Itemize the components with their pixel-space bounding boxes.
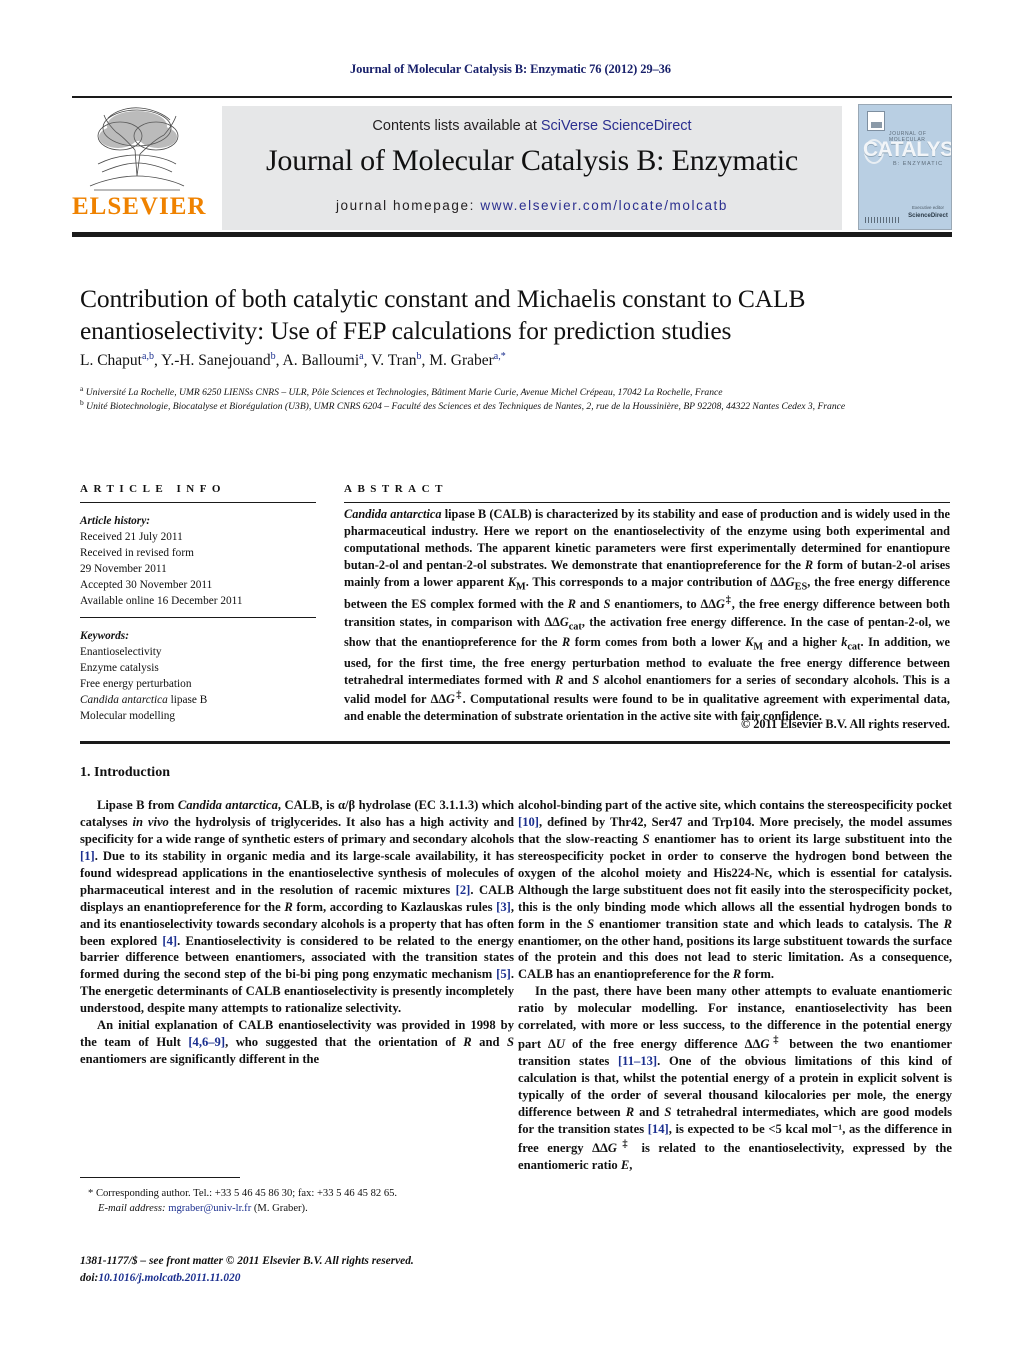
history-item: Received 21 July 2011 [80,531,183,544]
sciencedirect-link[interactable]: SciVerse ScienceDirect [541,118,692,134]
homepage-label: journal homepage: [335,198,481,213]
cover-subtitle: B: ENZYMATIC [893,161,944,167]
journal-masthead: ELSEVIER Contents lists available at Sci… [72,96,952,238]
keyword-item: Enantioselectivity [80,646,162,659]
cover-foot-label: Executive editor [911,205,945,210]
journal-article-page: Journal of Molecular Catalysis B: Enzyma… [0,0,1021,1351]
keyword-item: Candida antarctica lipase B [80,694,208,707]
cover-footer: Executive editor ScienceDirect [905,205,951,221]
history-item: Received in revised form [80,547,194,560]
article-info-rule-mid [80,617,316,618]
running-head: Journal of Molecular Catalysis B: Enzyma… [350,62,671,76]
footnote-rule [80,1177,240,1178]
contents-available-line: Contents lists available at SciVerse Sci… [222,118,842,134]
journal-cover-thumbnail[interactable]: JOURNAL OF MOLECULAR CATALYSIS B: ENZYMA… [858,104,952,230]
keywords-label: Keywords: [80,630,129,642]
contents-prefix: Contents lists available at [372,118,541,134]
doi-link[interactable]: 10.1016/j.molcatb.2011.11.020 [98,1272,240,1284]
homepage-url-link[interactable]: www.elsevier.com/locate/molcatb [480,198,728,213]
doi-label: doi: [80,1271,99,1284]
article-history-label: Article history: [80,515,150,527]
cover-barcode [865,217,901,223]
masthead-bottom-rule [72,232,952,237]
abstract-rule-bottom [80,741,950,744]
elsevier-logo[interactable]: ELSEVIER [72,106,207,230]
doi-line: doi:10.1016/j.molcatb.2011.11.020 [80,1270,550,1287]
body-column-left: Lipase B from Candida antarctica, CALB, … [80,797,514,1068]
history-item: Accepted 30 November 2011 [80,579,213,592]
keyword-item: Enzyme catalysis [80,662,159,675]
masthead-top-rule [72,96,952,98]
cover-elsevier-icon [867,111,885,131]
section-heading-introduction: 1. Introduction [80,765,170,780]
keyword-item: Free energy perturbation [80,678,192,691]
abstract-heading: ABSTRACT [344,483,448,495]
abstract-text: Candida antarctica lipase B (CALB) is ch… [344,507,951,723]
masthead-banner: Contents lists available at SciVerse Sci… [222,106,842,230]
article-history-block: Article history: Received 21 July 2011 R… [80,513,316,609]
imprint-block: 1381-1177/$ – see front matter © 2011 El… [80,1253,550,1286]
paragraph: In the past, there have been many other … [518,984,952,1173]
issn-front-matter: 1381-1177/$ – see front matter © 2011 El… [80,1255,414,1267]
page-title: Contribution of both catalytic constant … [80,284,806,346]
elsevier-wordmark: ELSEVIER [72,193,207,220]
journal-homepage-line: journal homepage: www.elsevier.com/locat… [222,198,842,213]
abstract-rule-top [344,502,950,503]
history-item: Available online 16 December 2011 [80,595,243,608]
body-column-right: alcohol-binding part of the active site,… [518,797,952,1174]
keyword-item: Molecular modelling [80,710,176,723]
paragraph: An initial explanation of CALB enantiose… [80,1018,514,1067]
elsevier-tree-icon [89,107,185,191]
cover-foot-brand: ScienceDirect [908,212,948,219]
affiliation-b: b Unité Biotechnologie, Biocatalyse et B… [80,398,846,413]
author-list: L. Chaputa,b, Y.-H. Sanejouandb, A. Ball… [80,350,506,369]
paragraph: alcohol-binding part of the active site,… [518,798,952,982]
journal-title: Journal of Molecular Catalysis B: Enzyma… [265,144,799,177]
article-info-heading: ARTICLE INFO [80,483,226,495]
cover-title: CATALYSIS [863,138,951,161]
affiliations: a Université La Rochelle, UMR 6250 LIENS… [80,383,952,415]
article-info-rule-top [80,502,316,503]
corresponding-author-note: * Corresponding author. Tel.: +33 5 46 4… [88,1188,398,1215]
abstract-copyright: © 2011 Elsevier B.V. All rights reserved… [740,717,950,731]
keywords-block: Keywords: Enantioselectivity Enzyme cata… [80,628,316,724]
affiliation-a: a Université La Rochelle, UMR 6250 LIENS… [80,383,723,398]
paragraph: Lipase B from Candida antarctica, CALB, … [80,798,514,1016]
history-item: 29 November 2011 [80,563,167,576]
